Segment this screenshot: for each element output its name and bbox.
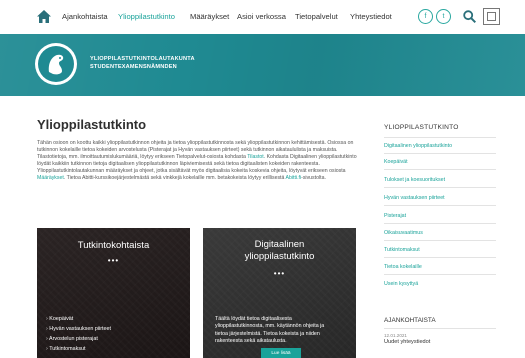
card-title: Tutkintokohtaista <box>77 240 150 251</box>
sidebar-item-hyvan-vastauksen-piirteet[interactable]: Hyvän vastauksen piirteet <box>384 195 445 201</box>
card-link-arvostelun-pisterajat[interactable]: Arvostelun pisterajat <box>46 334 111 344</box>
nav-item-ajankohtaista[interactable]: Ajankohtaista <box>62 12 108 21</box>
sidebar-item-tutkintomaksut[interactable]: Tutkintomaksut <box>384 247 420 253</box>
read-more-button[interactable]: Lue lisää <box>261 348 301 358</box>
top-navigation: Ajankohtaista Ylioppilastutkinto Määräyk… <box>0 0 525 34</box>
sidebar-item-oikaisuvaatimus[interactable]: Oikaisuvaatimus <box>384 230 423 236</box>
sidebar-item-usein-kysyttya[interactable]: Usein kysyttyä <box>384 281 418 287</box>
tilastot-link[interactable]: Tilastot <box>247 154 264 160</box>
intro-part: -sivustolta. <box>301 175 326 182</box>
header-banner: YLIOPPILASTUTKINTOLAUTAKUNTA STUDENTEXAM… <box>0 34 525 96</box>
menu-button[interactable] <box>483 8 500 25</box>
sidebar-item-tietoa-kokelaille[interactable]: Tietoa kokelaille <box>384 264 422 270</box>
card-digitaalinen[interactable]: Digitaalinen ylioppilastutkinto ••• Tääl… <box>203 228 356 358</box>
banner-title-sv: STUDENTEXAMENSNÄMNDEN <box>90 64 177 70</box>
card-link-tutkintomaksut[interactable]: Tutkintomaksut <box>46 344 111 354</box>
twitter-icon[interactable]: t <box>436 9 451 24</box>
facebook-icon[interactable]: f <box>418 9 433 24</box>
nav-item-asioi-verkossa[interactable]: Asioi verkossa <box>237 12 286 21</box>
banner-title: YLIOPPILASTUTKINTOLAUTAKUNTA STUDENTEXAM… <box>90 55 195 71</box>
nav-item-tietopalvelut[interactable]: Tietopalvelut <box>295 12 338 21</box>
card-title-line1: Digitaalinen <box>254 239 305 250</box>
banner-texture <box>0 34 525 96</box>
sidebar-divider <box>384 187 496 188</box>
news-date: 12.01.2021 <box>384 333 407 338</box>
sidebar-divider <box>384 257 496 258</box>
search-icon[interactable] <box>463 10 476 23</box>
card-description: Täältä löydät tietoa digitaalisesta ylio… <box>215 316 325 344</box>
owl-logo-icon <box>48 54 64 75</box>
card-dots: ••• <box>107 256 120 265</box>
sidebar-divider <box>384 223 496 224</box>
card-link-list: Koepäivät Hyvän vastauksen piirteet Arvo… <box>46 314 111 354</box>
sidebar-divider <box>384 240 496 241</box>
logo-inner <box>38 46 74 82</box>
maaraykset-link[interactable]: Määräykset <box>37 175 64 181</box>
sidebar-divider <box>384 274 496 275</box>
sidebar-divider <box>384 169 496 170</box>
card-link-koepaivat[interactable]: Koepäivät <box>46 314 111 324</box>
sidebar-item-koepaivat[interactable]: Koepäivät <box>384 159 408 165</box>
intro-part: . Tietoa Abitti-kurssikoejärjestelmästä … <box>63 175 286 182</box>
card-title-line2: ylioppilastutkinto <box>244 251 315 262</box>
card-link-hyvan-vastauksen-piirteet[interactable]: Hyvän vastauksen piirteet <box>46 324 111 334</box>
nav-item-yhteystiedot[interactable]: Yhteystiedot <box>350 12 392 21</box>
card-tutkintokohtaista[interactable]: Tutkintokohtaista ••• Koepäivät Hyvän va… <box>37 228 190 358</box>
banner-title-fi: YLIOPPILASTUTKINTOLAUTAKUNTA <box>90 56 195 62</box>
sidebar-divider <box>384 137 496 138</box>
news-divider <box>384 328 496 329</box>
nav-item-maaraykset[interactable]: Määräykset <box>190 12 229 21</box>
news-heading: AJANKOHTAISTA <box>384 317 436 324</box>
sidebar-divider <box>384 153 496 154</box>
logo[interactable] <box>35 43 77 85</box>
sidebar-item-digitaalinen[interactable]: Digitaalinen ylioppilastutkinto <box>384 143 452 149</box>
sidebar-item-pisterajat[interactable]: Pisterajat <box>384 213 406 219</box>
card-dots: ••• <box>273 269 286 278</box>
news-item-title[interactable]: Uudet yhteystiedot <box>384 339 430 345</box>
abitti-link[interactable]: Abitti.fi <box>286 175 302 181</box>
sidebar-heading: YLIOPPILASTUTKINTO <box>384 124 459 131</box>
sidebar-divider <box>384 205 496 206</box>
intro-text: Tähän osioon on koottu kaikki ylioppilas… <box>37 140 357 183</box>
menu-square-icon <box>487 12 496 21</box>
page-title: Ylioppilastutkinto <box>37 117 147 132</box>
home-icon[interactable] <box>37 10 51 23</box>
sidebar-item-tulokset[interactable]: Tulokset ja koesuoritukset <box>384 177 445 183</box>
nav-item-ylioppilastutkinto[interactable]: Ylioppilastutkinto <box>118 12 175 21</box>
